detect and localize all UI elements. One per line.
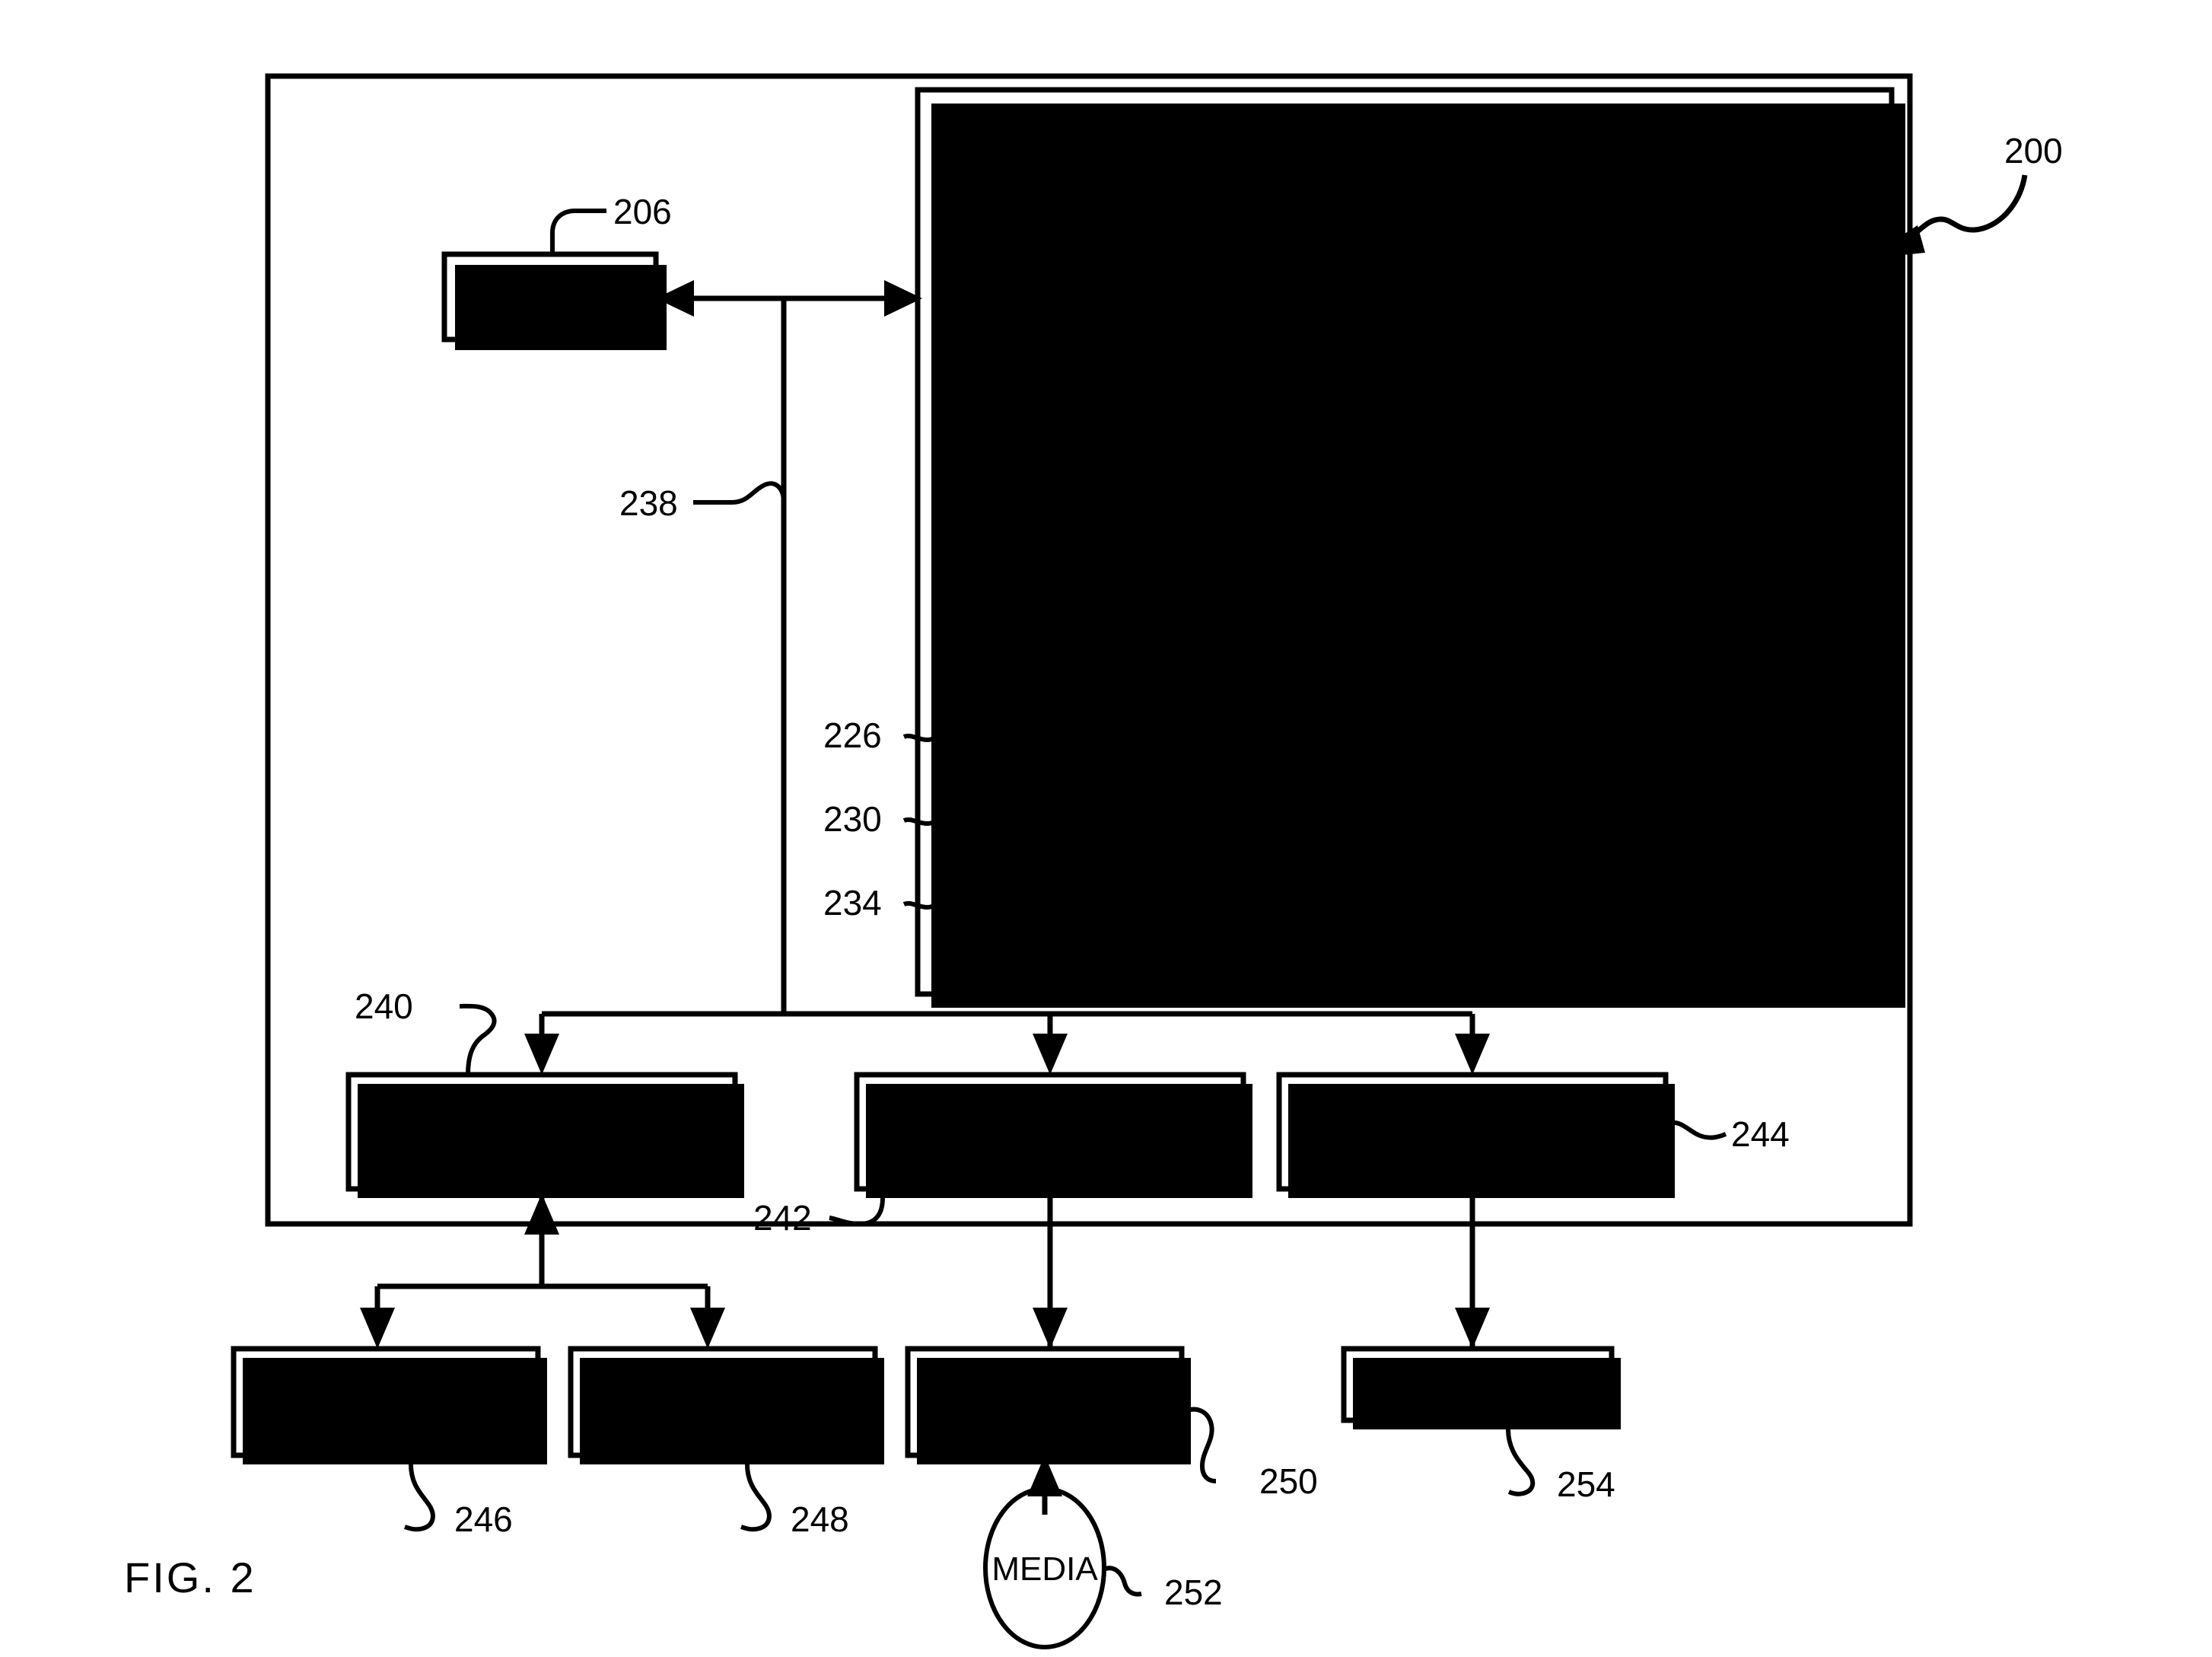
component-ref: 232: [1313, 831, 1371, 871]
component-label: BREAK POINT MANAGER: [972, 791, 1357, 827]
ref-250: 250: [1259, 1461, 1318, 1501]
component-label: DEBUGGER HOOK: [972, 875, 1259, 910]
memory-module-debugger: DEBUGGER 218: [954, 272, 1857, 343]
memory-module-critical-section-watch-tool: CRITICAL SECTION WATCH TOOL 220: [954, 343, 1857, 414]
media-node: MEDIA: [983, 1455, 1106, 1649]
ref-246-leader: [404, 1464, 435, 1532]
interface-label-line1: MASS STORAGE: [916, 1095, 1183, 1133]
ref-248: 248: [791, 1499, 849, 1539]
component-ref: 228: [1331, 747, 1389, 787]
module-label: CRITICAL SECTION WATCH TOOL: [978, 357, 1515, 394]
ref-200: 200: [2004, 131, 2063, 170]
device-label-line2: DEVICE: [982, 1404, 1107, 1442]
device-label-line1: TERMINAL: [1393, 1363, 1562, 1400]
ref-240: 240: [355, 986, 413, 1026]
module-label: THREADED PROGRAM(S): [978, 217, 1389, 254]
component-ref: 226: [823, 715, 882, 755]
interface-label-line2: INTERFACE: [956, 1138, 1144, 1175]
device-label-line2: DEVICE 1: [310, 1404, 463, 1442]
module-ref: 216: [1761, 215, 1819, 254]
device-label-line1: NETWORK: [301, 1362, 472, 1399]
component-ref: 234: [823, 883, 882, 923]
ref-242-leader: [829, 1197, 885, 1227]
module-ref: 214: [1761, 145, 1819, 184]
component-label: EXPRESSION EVALUATOR: [972, 707, 1377, 743]
ref-242: 242: [753, 1198, 812, 1238]
interface-label-line1: TERMINAL: [1388, 1095, 1557, 1133]
cpu-label: CPU: [515, 280, 586, 317]
interface-box-terminal: TERMINAL INTERFACE: [1276, 1072, 1675, 1198]
patent-figure-canvas: 200 CPU 206 238 MEMORY 212 OPERATING SYS…: [0, 0, 2212, 1657]
module-ref: 218: [1761, 285, 1819, 324]
device-box-storage-device: STORAGE DEVICE: [905, 1346, 1191, 1464]
ref-254-leader: [1506, 1429, 1536, 1496]
ref-246: 246: [454, 1499, 513, 1539]
component-label: DEBUG USER INTERFACE: [972, 665, 1372, 701]
ref-238-leader: [693, 481, 786, 505]
ref-254: 254: [1557, 1464, 1615, 1504]
memory-module-operating-system: OPERATING SYSTEM 214: [954, 132, 1857, 202]
component-label: RESULT BUFFER: [972, 916, 1233, 952]
figure-2-block-diagram: 200 CPU 206 238 MEMORY 212 OPERATING SYS…: [124, 73, 2063, 1649]
ref-240-leader: [459, 1003, 497, 1075]
interface-label-line2: INTERFACE: [1379, 1138, 1567, 1175]
module-label: DEBUGGER: [978, 287, 1170, 324]
device-label-line1: STORAGE: [963, 1362, 1126, 1399]
module-ref: 220: [1761, 355, 1819, 394]
device-connections: [360, 1193, 1490, 1349]
device-label-line1: NETWORK: [638, 1362, 809, 1399]
interface-box-mass-storage: MASS STORAGE INTERFACE: [854, 1072, 1252, 1198]
component-ref: 236: [1279, 915, 1338, 954]
system-bus: [656, 280, 922, 1014]
interface-distribution-bus: [524, 1011, 1490, 1075]
interface-label-line2: INTERFACE: [448, 1138, 636, 1175]
component-ref: 230: [823, 799, 882, 839]
device-box-network-device-1: NETWORK DEVICE 1: [231, 1346, 547, 1464]
programming-environment-label: PROGRAMMING ENVIRONMENT: [978, 596, 1495, 633]
device-box-network-device-n: NETWORK DEVICE N: [568, 1346, 884, 1464]
device-label-line2: DEVICE N: [644, 1404, 802, 1442]
device-box-terminal: TERMINAL: [1341, 1346, 1621, 1429]
ref-248-leader: [740, 1464, 772, 1532]
ref-206-leader: [550, 209, 606, 254]
interface-box-network: NETWORK INTERFACE: [345, 1072, 744, 1198]
interface-label-line1: NETWORK: [457, 1095, 628, 1133]
figure-caption: FIG. 2: [124, 1553, 256, 1601]
media-label: MEDIA: [991, 1550, 1098, 1588]
ref-252-leader: [1102, 1566, 1142, 1597]
module-label: OPERATING SYSTEM: [978, 147, 1319, 184]
ref-206: 206: [613, 192, 672, 231]
ref-238: 238: [619, 483, 678, 523]
ref-244: 244: [1731, 1114, 1790, 1154]
memory-module-threaded-programs: THREADED PROGRAM(S) 216: [954, 202, 1857, 272]
component-ref: 224: [1379, 662, 1437, 702]
ref-252: 252: [1164, 1573, 1223, 1612]
ref-222: 222: [1761, 582, 1819, 621]
